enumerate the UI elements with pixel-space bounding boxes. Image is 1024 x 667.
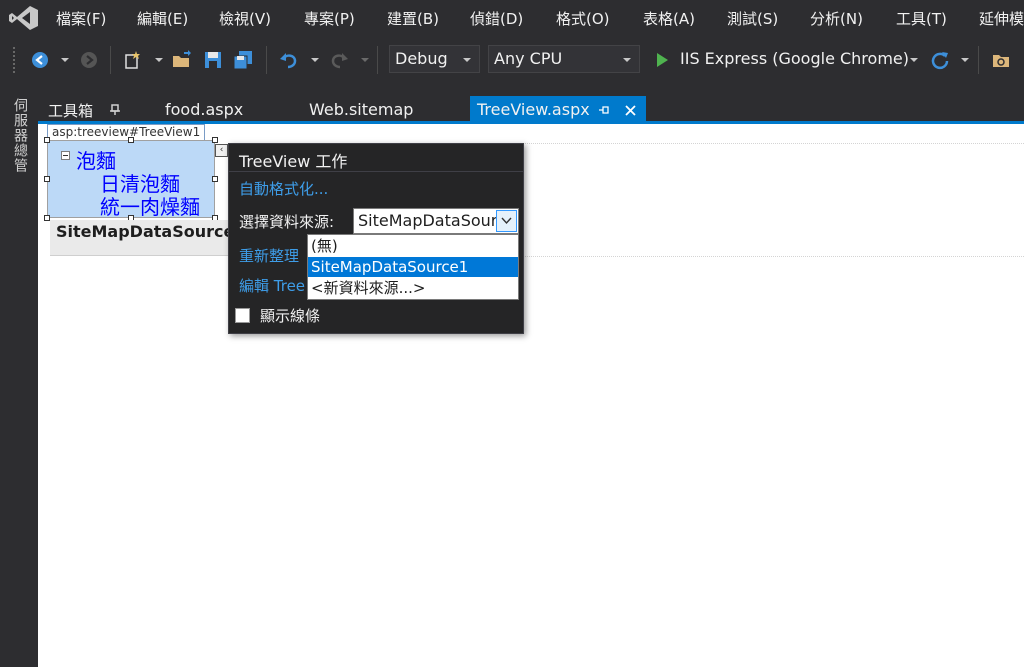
refresh-schema-link[interactable]: 重新整理 [239, 245, 299, 266]
redo-dropdown-icon[interactable] [361, 58, 369, 62]
tab-treeview-aspx-label: TreeView.aspx [477, 100, 590, 119]
undo-dropdown-icon[interactable] [311, 58, 319, 62]
save-all-icon[interactable] [232, 49, 254, 71]
refresh-browser-icon[interactable] [929, 49, 951, 71]
resize-handle[interactable] [128, 137, 134, 143]
collapse-node-icon[interactable] [61, 151, 70, 160]
solution-explorer-icon[interactable] [990, 49, 1012, 71]
run-target-dropdown-icon[interactable] [910, 58, 918, 62]
toolbar-grip[interactable] [12, 46, 16, 74]
undo-icon[interactable] [278, 49, 300, 71]
back-dropdown-icon[interactable] [61, 58, 69, 62]
menu-format[interactable]: 格式(O) [556, 8, 610, 29]
show-lines-checkbox[interactable] [235, 308, 250, 323]
menu-build[interactable]: 建置(B) [387, 8, 439, 29]
chevron-down-icon [501, 217, 512, 225]
resize-handle[interactable] [44, 176, 50, 182]
solution-configuration-select[interactable]: Debug [389, 45, 480, 73]
visual-studio-logo-icon [9, 6, 38, 30]
menu-view[interactable]: 檢視(V) [219, 8, 271, 29]
choose-datasource-label: 選擇資料來源: [239, 213, 335, 231]
pin-tab-icon[interactable] [598, 104, 610, 116]
menu-table[interactable]: 表格(A) [643, 8, 695, 29]
smart-tag-collapse-icon[interactable]: ‹ [215, 144, 228, 157]
start-debugging-icon[interactable] [655, 52, 669, 68]
refresh-dropdown-icon[interactable] [961, 58, 969, 62]
open-file-icon[interactable] [171, 49, 193, 71]
close-tab-icon[interactable] [624, 104, 637, 117]
menu-extensions[interactable]: 延伸模 [979, 8, 1024, 29]
treeview-control-tag: asp:treeview#TreeView1 [47, 124, 206, 141]
menu-analyze[interactable]: 分析(N) [810, 8, 863, 29]
save-icon[interactable] [202, 49, 224, 71]
menu-edit[interactable]: 編輯(E) [137, 8, 188, 29]
menu-tools[interactable]: 工具(T) [896, 8, 947, 29]
tab-web-sitemap[interactable]: Web.sitemap [309, 100, 413, 119]
pin-icon[interactable] [109, 104, 121, 116]
datasource-dropdown-button[interactable] [496, 210, 517, 232]
redo-icon[interactable] [328, 49, 350, 71]
datasource-option-sitemap[interactable]: SiteMapDataSource1 [308, 257, 518, 277]
navigate-back-icon[interactable] [29, 49, 51, 71]
sitemap-datasource-label: SiteMapDataSource - [56, 222, 247, 241]
choose-datasource-select[interactable]: SiteMapDataSour [353, 208, 519, 234]
edit-nodes-link[interactable]: 編輯 Tree [239, 275, 305, 296]
resize-handle[interactable] [212, 176, 218, 182]
datasource-option-none[interactable]: (無) [308, 236, 518, 256]
menu-bar: 檔案(F) 編輯(E) 檢視(V) 專案(P) 建置(B) 偵錯(D) 格式(O… [0, 0, 1024, 36]
solution-platform-select[interactable]: Any CPU [488, 45, 640, 73]
datasource-option-new[interactable]: <新資料來源...> [308, 278, 518, 298]
menu-test[interactable]: 測試(S) [727, 8, 778, 29]
tab-food-aspx[interactable]: food.aspx [165, 100, 243, 119]
left-tool-strip [0, 95, 38, 667]
new-dropdown-icon[interactable] [155, 58, 163, 62]
chevron-down-icon [463, 58, 471, 62]
auto-format-link[interactable]: 自動格式化... [239, 178, 328, 199]
menu-debug[interactable]: 偵錯(D) [470, 8, 523, 29]
navigate-forward-icon[interactable] [78, 49, 100, 71]
tasks-panel-title: TreeView 工作 [239, 152, 348, 171]
tree-node-child[interactable]: 統一肉燥麵 [100, 191, 200, 220]
menu-file[interactable]: 檔案(F) [56, 8, 106, 29]
resize-handle[interactable] [44, 137, 50, 143]
run-target-label[interactable]: IIS Express (Google Chrome) [680, 49, 909, 68]
menu-project[interactable]: 專案(P) [304, 8, 355, 29]
new-project-icon[interactable] [122, 49, 144, 71]
resize-handle[interactable] [212, 137, 218, 143]
show-lines-label[interactable]: 顯示線條 [260, 305, 320, 326]
server-explorer-tab[interactable]: 伺服器總管 [8, 98, 30, 173]
toolbox-tab[interactable]: 工具箱 [48, 100, 93, 121]
chevron-down-icon [623, 58, 631, 62]
